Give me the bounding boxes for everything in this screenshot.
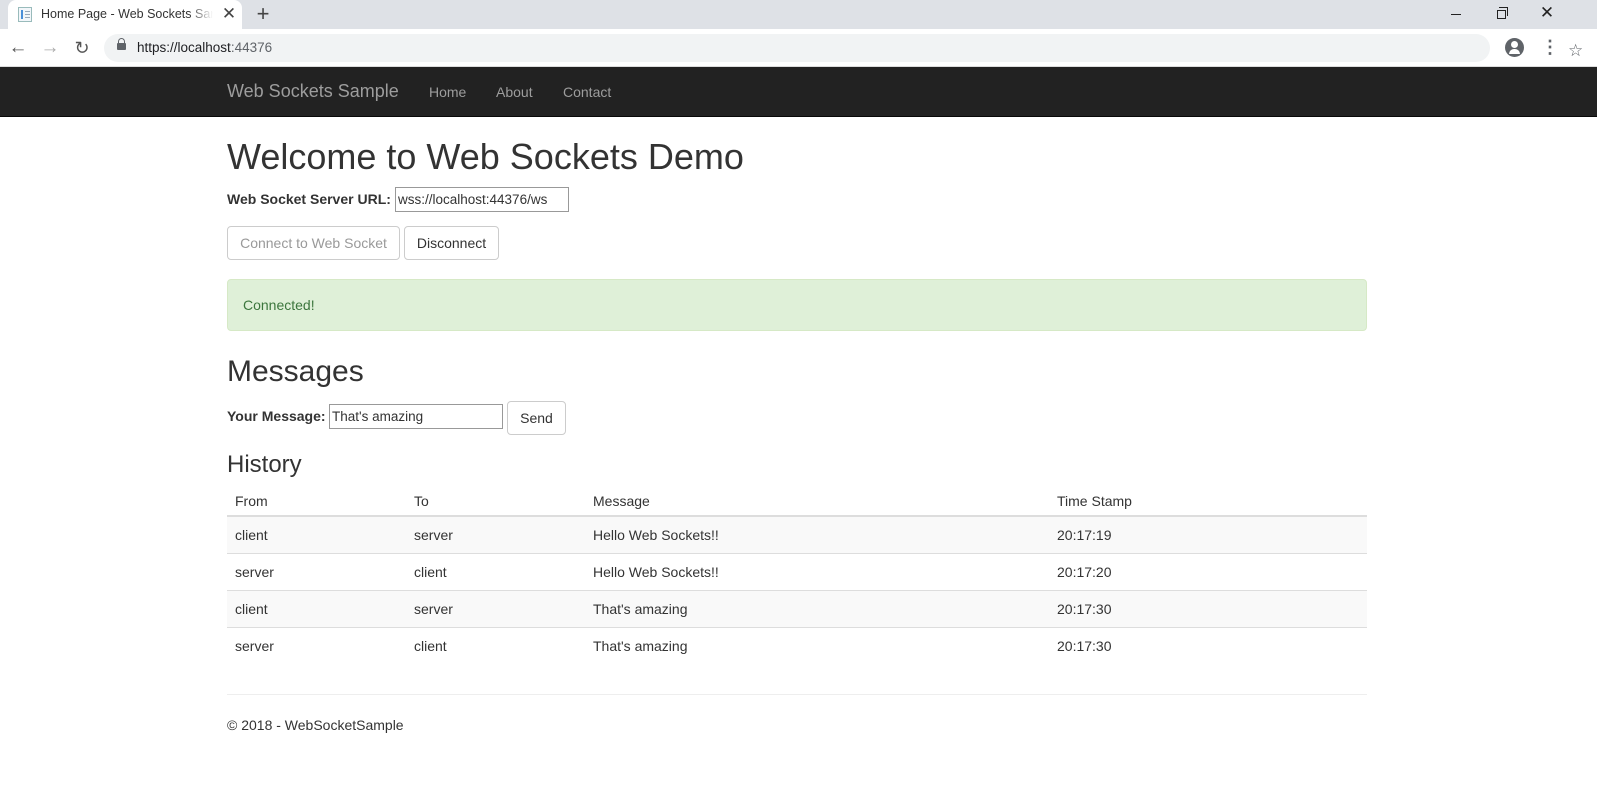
- cell-timestamp: 20:17:30: [1057, 637, 1112, 654]
- column-header-to: To: [406, 486, 585, 517]
- nav-link-contact[interactable]: Contact: [563, 84, 611, 100]
- table-row: client server That's amazing 20:17:30: [227, 590, 1367, 628]
- cell-from: server: [227, 553, 406, 591]
- browser-tab[interactable]: Home Page - Web Sockets Sample ✕: [8, 0, 242, 29]
- browser-toolbar: ← → ↻ https://localhost:44376 ☆ ⋮: [0, 29, 1597, 67]
- cell-to: server: [406, 590, 585, 628]
- disconnect-button[interactable]: Disconnect: [404, 226, 499, 260]
- minimize-icon: [1451, 13, 1461, 15]
- server-url-label: Web Socket Server URL:: [227, 191, 391, 207]
- cell-timestamp: 20:17:19: [1049, 516, 1367, 554]
- column-header-timestamp: Time Stamp: [1049, 486, 1367, 517]
- navbar-brand[interactable]: Web Sockets Sample: [227, 81, 399, 102]
- messages-heading: Messages: [227, 355, 364, 388]
- cell-from: client: [227, 516, 406, 554]
- column-header-message: Message: [585, 486, 1049, 517]
- cell-from: client: [227, 590, 406, 628]
- history-header-row: From To Message Time Stamp: [227, 486, 1367, 517]
- history-table: From To Message Time Stamp client server…: [227, 486, 1367, 664]
- server-url-input[interactable]: [395, 187, 569, 212]
- close-tab-icon[interactable]: ✕: [220, 5, 238, 23]
- column-header-from: From: [227, 486, 406, 517]
- url-text[interactable]: https://localhost:44376: [137, 40, 272, 55]
- table-row: server client Hello Web Sockets!! 20:17:…: [227, 553, 1367, 591]
- cell-message: That's amazing: [585, 590, 1049, 628]
- table-row: server client That's amazing 20:17:30: [227, 627, 1367, 664]
- nav-link-home[interactable]: Home: [429, 84, 466, 100]
- browser-tabbar: Home Page - Web Sockets Sample ✕ + ✕: [0, 0, 1597, 29]
- url-port: :44376: [230, 40, 273, 55]
- cell-to: client: [406, 553, 585, 591]
- message-input[interactable]: [329, 404, 503, 429]
- bookmark-star-icon[interactable]: ☆: [1568, 41, 1583, 61]
- nav-link-about[interactable]: About: [496, 84, 533, 100]
- cell-to: server: [406, 516, 585, 554]
- page-title: Welcome to Web Sockets Demo: [227, 136, 744, 177]
- footer-divider: [227, 694, 1367, 695]
- connect-button[interactable]: Connect to Web Socket: [227, 226, 400, 260]
- cell-timestamp: 20:17:30: [1049, 590, 1367, 628]
- cell-message: Hello Web Sockets!!: [585, 553, 1049, 591]
- profile-avatar-icon[interactable]: [1505, 38, 1524, 57]
- table-row: client server Hello Web Sockets!! 20:17:…: [227, 516, 1367, 554]
- tab-title: Home Page - Web Sockets Sample: [41, 7, 213, 21]
- send-button[interactable]: Send: [507, 401, 566, 435]
- url-host: https://localhost: [137, 40, 231, 55]
- cell-to: client: [414, 637, 447, 654]
- cell-from: server: [235, 637, 274, 654]
- cell-message: That's amazing: [593, 637, 688, 654]
- restore-window-button[interactable]: [1478, 0, 1524, 29]
- history-heading: History: [227, 451, 302, 478]
- footer-copyright: © 2018 - WebSocketSample: [227, 717, 404, 733]
- page-favicon-icon: [18, 7, 32, 22]
- minimize-window-button[interactable]: [1433, 0, 1479, 29]
- message-label: Your Message:: [227, 408, 326, 424]
- address-bar[interactable]: https://localhost:44376 ☆: [104, 34, 1583, 62]
- new-tab-icon[interactable]: +: [252, 3, 274, 25]
- lock-icon: [117, 38, 126, 50]
- back-arrow-icon[interactable]: ←: [6, 36, 30, 60]
- cell-message: Hello Web Sockets!!: [585, 516, 1049, 554]
- reload-icon[interactable]: ↻: [70, 36, 94, 60]
- restore-icon: [1496, 6, 1508, 19]
- cell-timestamp: 20:17:20: [1049, 553, 1367, 591]
- close-window-button[interactable]: ✕: [1524, 0, 1570, 29]
- forward-arrow-icon[interactable]: →: [38, 36, 62, 60]
- site-navbar: Web Sockets Sample Home About Contact: [0, 67, 1597, 117]
- connection-status-alert: Connected!: [227, 279, 1367, 331]
- browser-menu-icon[interactable]: ⋮: [1541, 35, 1559, 59]
